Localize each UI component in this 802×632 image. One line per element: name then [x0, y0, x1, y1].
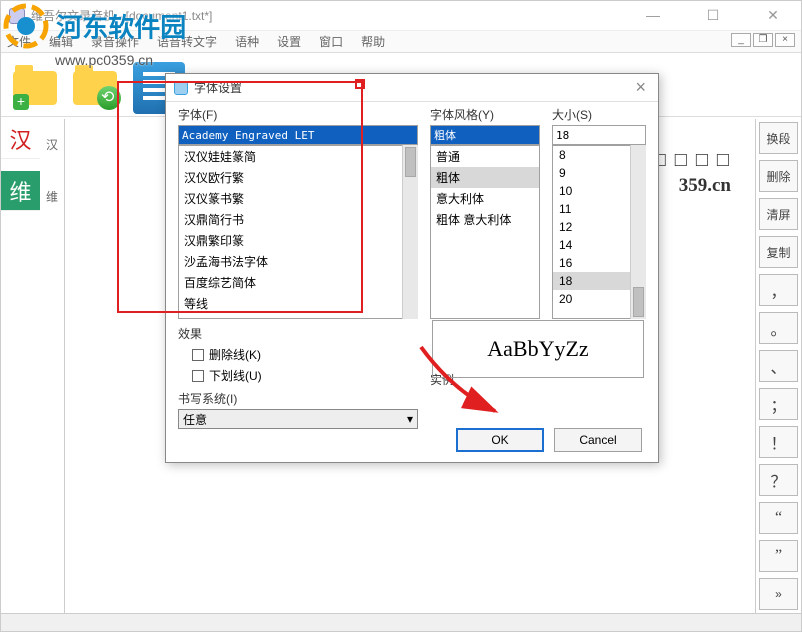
sample-preview: AaBbYyZz — [432, 320, 644, 378]
ok-button[interactable]: OK — [456, 428, 544, 452]
strikeout-checkbox[interactable] — [192, 349, 204, 361]
right-tool-column: 换段 删除 清屏 复制 ， 。 、 ； ！ ？ “ ” » — [755, 119, 801, 613]
font-item-6[interactable]: 百度综艺简体 — [179, 272, 417, 293]
font-item-8[interactable]: 等线 Light — [179, 314, 417, 319]
menu-edit[interactable]: 编辑 — [49, 33, 73, 50]
font-item-2[interactable]: 汉仪篆书繁 — [179, 188, 417, 209]
chevron-down-icon: ▾ — [407, 412, 413, 426]
font-item-7[interactable]: 等线 — [179, 293, 417, 314]
lang-han-big[interactable]: 汉 — [1, 119, 40, 159]
menu-record[interactable]: 录音操作 — [91, 33, 139, 50]
mdi-minimize[interactable]: _ — [731, 33, 751, 47]
strikeout-label: 删除线(K) — [209, 346, 261, 363]
dialog-icon — [174, 81, 188, 95]
style-item-2[interactable]: 意大利体 — [431, 188, 539, 209]
style-listbox[interactable]: 普通 粗体 意大利体 粗体 意大利体 — [430, 145, 540, 319]
lang-han-small: 汉 — [40, 119, 64, 171]
lang-wei-big[interactable]: 维 — [1, 171, 40, 211]
menu-settings[interactable]: 设置 — [277, 33, 301, 50]
more-button[interactable]: » — [759, 578, 798, 610]
close-button[interactable]: ✕ — [753, 7, 793, 24]
effects-label: 效果 — [178, 325, 418, 342]
left-language-column: 汉 汉 维 维 — [1, 119, 65, 613]
canvas-placeholder-url: 359.cn — [679, 175, 731, 197]
lang-wei-small: 维 — [40, 171, 64, 223]
open-file-button[interactable] — [69, 62, 121, 114]
window-controls: — ☐ ✕ — [633, 7, 793, 24]
menu-help[interactable]: 帮助 — [361, 33, 385, 50]
punct-question[interactable]: ？ — [759, 464, 798, 496]
menu-stt[interactable]: 语音转文字 — [157, 33, 217, 50]
cancel-button[interactable]: Cancel — [554, 428, 642, 452]
mdi-close[interactable]: × — [775, 33, 795, 47]
punct-exclaim[interactable]: ！ — [759, 426, 798, 458]
dialog-title: 字体设置 — [194, 79, 242, 96]
font-label: 字体(F) — [178, 106, 418, 123]
window-title: 维吾尔文录音机 - [document1.txt*] — [31, 7, 212, 24]
font-item-5[interactable]: 沙孟海书法字体 — [179, 251, 417, 272]
font-settings-dialog: 字体设置 × 字体(F) 汉仪娃娃篆简 汉仪欧行繁 汉仪篆书繁 汉鼎简行书 汉鼎… — [165, 73, 659, 463]
titlebar: 维吾尔文录音机 - [document1.txt*] — ☐ ✕ — [1, 1, 801, 31]
font-item-3[interactable]: 汉鼎简行书 — [179, 209, 417, 230]
font-scrollbar[interactable] — [402, 145, 418, 319]
style-item-1[interactable]: 粗体 — [431, 167, 539, 188]
punct-period[interactable]: 。 — [759, 312, 798, 344]
delete-button[interactable]: 删除 — [759, 160, 798, 192]
copy-button[interactable]: 复制 — [759, 236, 798, 268]
font-item-1[interactable]: 汉仪欧行繁 — [179, 167, 417, 188]
mdi-window-controls: _ ❐ × — [731, 33, 795, 47]
mdi-restore[interactable]: ❐ — [753, 33, 773, 47]
font-selected-input[interactable] — [178, 125, 418, 145]
punct-semicolon[interactable]: ； — [759, 388, 798, 420]
style-item-3[interactable]: 粗体 意大利体 — [431, 209, 539, 230]
minimize-button[interactable]: — — [633, 7, 673, 24]
font-listbox[interactable]: 汉仪娃娃篆简 汉仪欧行繁 汉仪篆书繁 汉鼎简行书 汉鼎繁印篆 沙孟海书法字体 百… — [178, 145, 418, 319]
size-label: 大小(S) — [552, 106, 646, 123]
dialog-close-button[interactable]: × — [631, 77, 650, 98]
style-selected-input[interactable] — [430, 125, 540, 145]
style-item-0[interactable]: 普通 — [431, 146, 539, 167]
punct-enum[interactable]: 、 — [759, 350, 798, 382]
app-icon — [9, 8, 25, 24]
font-item-4[interactable]: 汉鼎繁印篆 — [179, 230, 417, 251]
writesys-label: 书写系统(I) — [178, 390, 418, 407]
writesys-select[interactable]: 任意 ▾ — [178, 409, 418, 429]
menubar: 文件 编辑 录音操作 语音转文字 语种 设置 窗口 帮助 _ ❐ × — [1, 31, 801, 53]
underline-checkbox[interactable] — [192, 370, 204, 382]
size-selected-input[interactable] — [552, 125, 646, 145]
underline-label: 下划线(U) — [209, 367, 262, 384]
newpara-button[interactable]: 换段 — [759, 122, 798, 154]
dialog-titlebar: 字体设置 × — [166, 74, 658, 102]
sample-text: AaBbYyZz — [487, 336, 588, 362]
writesys-value: 任意 — [183, 411, 207, 428]
font-item-0[interactable]: 汉仪娃娃篆简 — [179, 146, 417, 167]
clear-button[interactable]: 清屏 — [759, 198, 798, 230]
statusbar — [1, 613, 801, 631]
style-label: 字体风格(Y) — [430, 106, 540, 123]
punct-quote-close[interactable]: ” — [759, 540, 798, 572]
size-scrollbar[interactable] — [630, 145, 646, 319]
punct-quote-open[interactable]: “ — [759, 502, 798, 534]
punct-comma[interactable]: ， — [759, 274, 798, 306]
menu-window[interactable]: 窗口 — [319, 33, 343, 50]
new-file-button[interactable]: + — [9, 62, 61, 114]
maximize-button[interactable]: ☐ — [693, 7, 733, 24]
menu-language[interactable]: 语种 — [235, 33, 259, 50]
menu-file[interactable]: 文件 — [7, 33, 31, 50]
